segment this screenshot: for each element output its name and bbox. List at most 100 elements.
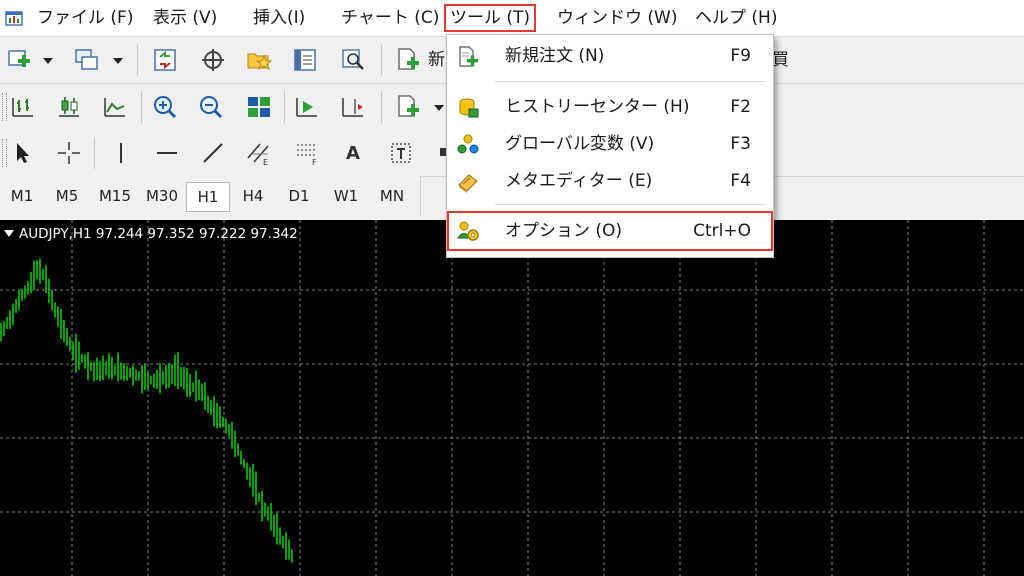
navigator-button[interactable]: [244, 45, 274, 75]
market-watch-button[interactable]: [150, 45, 180, 75]
svg-text:F: F: [312, 158, 317, 166]
new-order-toolbar-label[interactable]: 新: [428, 45, 445, 75]
menu-help[interactable]: ヘルプ (H): [690, 5, 782, 31]
toolbar-separator: [381, 44, 382, 76]
line-chart-button[interactable]: [100, 92, 130, 122]
cursor-button[interactable]: [8, 138, 38, 168]
tile-windows-icon: [248, 97, 270, 117]
profiles-icon: [75, 49, 98, 70]
toolbar-separator: [141, 91, 142, 123]
profiles-button[interactable]: [72, 45, 102, 75]
strategy-tester-button[interactable]: [338, 45, 368, 75]
menu-window[interactable]: ウィンドウ (W): [552, 5, 682, 31]
menu-item-label: オプション (O): [505, 221, 623, 241]
menu-item-label: 新規注文 (N): [505, 46, 605, 66]
menu-item-global-variables[interactable]: グローバル変数 (V) F3: [447, 126, 773, 162]
toolbar-grip[interactable]: [2, 93, 7, 121]
menu-item-metaeditor[interactable]: メタエディター (E) F4: [447, 163, 773, 199]
menu-divider: [495, 204, 765, 205]
terminal-button[interactable]: [290, 45, 320, 75]
navigator-folder-star-icon: [247, 53, 272, 71]
fibonacci-button[interactable]: F: [292, 138, 322, 168]
crosshair-target-icon: [202, 49, 224, 71]
toolbar-separator: [284, 91, 285, 123]
timeframe-m30[interactable]: M30: [140, 182, 184, 210]
zoom-in-button[interactable]: [150, 92, 180, 122]
new-chart-button[interactable]: [4, 45, 34, 75]
chart-canvas[interactable]: [0, 220, 1024, 576]
data-window-button[interactable]: [198, 45, 228, 75]
line-chart-icon: [104, 98, 125, 117]
price-chart[interactable]: [0, 220, 1024, 576]
zoom-out-icon: [200, 96, 223, 119]
collapse-triangle-icon[interactable]: [4, 230, 14, 237]
trendline-icon: [203, 143, 223, 163]
timeframe-m15[interactable]: M15: [92, 182, 138, 210]
menu-file[interactable]: ファイル (F): [32, 5, 138, 31]
bar-chart-button[interactable]: [8, 92, 38, 122]
auto-scroll-button[interactable]: [292, 92, 322, 122]
menu-item-shortcut: F3: [730, 134, 751, 154]
vertical-line-icon: [120, 143, 122, 163]
menu-item-shortcut: Ctrl+O: [693, 221, 751, 241]
menu-view[interactable]: 表示 (V): [148, 5, 222, 31]
timeframe-h4[interactable]: H4: [232, 182, 274, 210]
toolbar-separator: [94, 137, 95, 169]
tools-dropdown-menu: 新規注文 (N) F9 ヒストリーセンター (H) F2 グローバル変数 (V)…: [446, 34, 774, 258]
horizontal-line-icon: [157, 152, 177, 154]
menu-item-label: メタエディター (E): [505, 171, 653, 191]
menu-bar: ファイル (F) 表示 (V) 挿入(I) チャート (C) ツール (T) ウ…: [0, 0, 1024, 37]
menu-insert[interactable]: 挿入(I): [248, 5, 310, 31]
text-tool-label: A: [346, 142, 360, 164]
bar-chart-icon: [12, 98, 33, 117]
indicators-button[interactable]: [393, 92, 423, 122]
menu-tools[interactable]: ツール (T): [443, 4, 537, 32]
chart-title: AUDJPY,H1 97.244 97.352 97.222 97.342: [4, 226, 298, 242]
buy-toolbar-label[interactable]: 買: [772, 45, 789, 75]
text-tool-button[interactable]: A: [338, 138, 368, 168]
horizontal-line-button[interactable]: [152, 138, 182, 168]
timeframes-toolbar: M1 M5 M15 M30 H1 H4 D1 W1 MN: [0, 176, 421, 216]
menu-item-label: ヒストリーセンター (H): [505, 97, 690, 117]
candlestick-chart-button[interactable]: [54, 92, 84, 122]
trendline-button[interactable]: [198, 138, 228, 168]
menu-item-new-order[interactable]: 新規注文 (N) F9: [447, 38, 773, 74]
indicators-icon: [398, 95, 419, 117]
indicators-dropdown-arrow[interactable]: [434, 105, 444, 111]
crosshair-button[interactable]: [54, 138, 84, 168]
timeframe-m1[interactable]: M1: [2, 182, 42, 210]
new-order-icon: [459, 46, 478, 67]
timeframe-mn[interactable]: MN: [370, 182, 414, 210]
menu-item-history-center[interactable]: ヒストリーセンター (H) F2: [447, 89, 773, 125]
chart-shift-button[interactable]: [338, 92, 368, 122]
timeframe-m5[interactable]: M5: [46, 182, 88, 210]
svg-text:E: E: [263, 158, 268, 166]
global-variables-icon: [457, 134, 479, 154]
timeframe-d1[interactable]: D1: [278, 182, 320, 210]
menu-item-options[interactable]: オプション (O) Ctrl+O: [447, 211, 773, 251]
timeframe-w1[interactable]: W1: [324, 182, 368, 210]
chart-title-text: AUDJPY,H1 97.244 97.352 97.222 97.342: [19, 226, 298, 242]
new-chart-icon: [8, 50, 30, 67]
fibonacci-icon: F: [297, 144, 317, 166]
new-order-toolbar-button[interactable]: [393, 45, 423, 75]
toolbar-grip[interactable]: [2, 139, 7, 167]
cursor-arrow-icon: [17, 143, 29, 163]
app-icon: [5, 11, 23, 26]
terminal-window-icon: [294, 49, 316, 71]
text-label-button[interactable]: [386, 138, 416, 168]
menu-chart[interactable]: チャート (C): [336, 5, 444, 31]
chart-shift-icon: [342, 98, 363, 117]
metaeditor-icon: [458, 174, 478, 193]
equidistant-channel-button[interactable]: E: [244, 138, 274, 168]
menu-item-shortcut: F9: [730, 46, 751, 66]
new-chart-dropdown-arrow[interactable]: [43, 58, 53, 64]
new-order-icon: [398, 48, 419, 70]
profiles-dropdown-arrow[interactable]: [113, 58, 123, 64]
market-watch-icon: [154, 49, 176, 71]
history-center-icon: [459, 98, 479, 118]
zoom-out-button[interactable]: [196, 92, 226, 122]
timeframe-h1[interactable]: H1: [186, 182, 230, 212]
tile-windows-button[interactable]: [244, 92, 274, 122]
vertical-line-button[interactable]: [106, 138, 136, 168]
